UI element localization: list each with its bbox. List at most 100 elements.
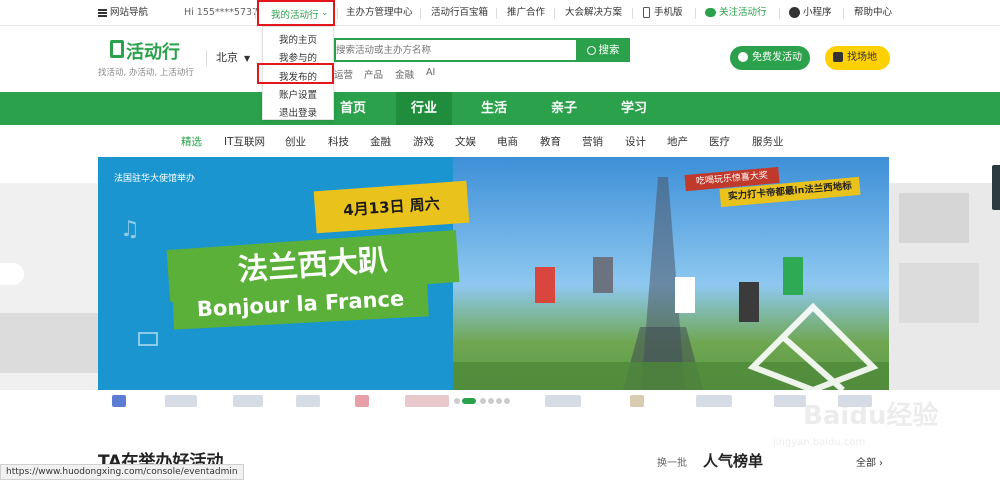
hero-banner[interactable]: 法国驻华大使馆举办 ♫ 4月13日 周六 法兰西大趴 Bonjour la Fr…	[98, 157, 889, 390]
city-selector[interactable]: 北京 ▼	[206, 50, 250, 66]
divider	[554, 8, 555, 19]
banner-graphic	[899, 193, 969, 243]
carousel-dot[interactable]	[488, 398, 494, 404]
promotion-link[interactable]: 推广合作	[507, 0, 545, 26]
hot-tag[interactable]: AI	[426, 67, 435, 78]
caret-down-icon: ▼	[244, 54, 251, 63]
category-medical[interactable]: 医疗	[709, 134, 730, 149]
side-feedback-tab[interactable]	[992, 165, 1000, 210]
watermark-subtext: jingyan.baidu.com	[773, 437, 866, 448]
divider	[496, 8, 497, 19]
mobile-link[interactable]: 手机版	[643, 0, 683, 26]
divider	[255, 8, 256, 19]
my-activities-label: 我的活动行	[271, 10, 319, 21]
category-it[interactable]: IT互联网	[224, 134, 265, 149]
partner-logo	[233, 395, 263, 407]
carousel-dot[interactable]	[480, 398, 486, 404]
banner-graphic	[0, 313, 98, 373]
ranking-title: 人气榜单	[703, 452, 764, 470]
partner-logo	[165, 395, 197, 407]
category-service[interactable]: 服务业	[752, 134, 784, 149]
site-nav-link[interactable]: 网站导航	[98, 0, 148, 26]
main-nav: 首页 行业 生活 亲子 学习	[0, 92, 1000, 125]
browser-status-bar: https://www.huodongxing.com/console/even…	[0, 464, 244, 480]
partner-logo	[696, 395, 732, 407]
banner-organizer: 法国驻华大使馆举办	[114, 174, 196, 184]
phone-icon	[643, 7, 650, 18]
user-greeting: Hi 155****5737	[184, 7, 259, 18]
nav-family[interactable]: 亲子	[536, 92, 592, 125]
divider	[843, 8, 844, 19]
divider	[420, 8, 421, 19]
chevron-right-icon: ›	[879, 458, 883, 469]
carousel-dot[interactable]	[454, 398, 460, 404]
mini-program-link[interactable]: 小程序	[789, 0, 832, 26]
carousel-dot[interactable]	[496, 398, 502, 404]
carousel-dot-active[interactable]	[462, 398, 476, 404]
nav-learning[interactable]: 学习	[606, 92, 662, 125]
dropdown-item-settings[interactable]: 账户设置	[279, 87, 317, 101]
category-marketing[interactable]: 营销	[582, 134, 603, 149]
partner-logo	[112, 395, 126, 407]
help-link[interactable]: 帮助中心	[854, 0, 892, 26]
search-input[interactable]	[336, 40, 576, 60]
category-entertainment[interactable]: 文娱	[455, 134, 476, 149]
watermark: Baidu经验 jingyan.baidu.com	[765, 393, 995, 458]
organizer-center-link[interactable]: 主办方管理中心	[346, 0, 413, 26]
mini-program-icon	[789, 7, 800, 18]
next-banner-peek[interactable]	[889, 183, 1000, 390]
divider	[337, 8, 338, 19]
hot-tag[interactable]: 运营	[334, 67, 353, 81]
treasure-link[interactable]: 活动行百宝箱	[431, 0, 488, 26]
highlight-box	[257, 63, 334, 84]
hot-tag[interactable]: 产品	[364, 67, 383, 81]
category-tech[interactable]: 科技	[328, 134, 349, 149]
divider	[779, 8, 780, 19]
my-activities-menu[interactable]: 我的活动行 ⌄	[257, 0, 335, 26]
category-ecommerce[interactable]: 电商	[497, 134, 518, 149]
dropdown-item-joined[interactable]: 我参与的	[279, 50, 317, 64]
partner-logo	[405, 395, 449, 407]
hot-tag[interactable]: 金融	[395, 67, 414, 81]
divider	[695, 8, 696, 19]
publish-activity-button[interactable]: 免费发活动	[730, 46, 810, 70]
carousel-dot[interactable]	[504, 398, 510, 404]
category-education[interactable]: 教育	[540, 134, 561, 149]
logo-text[interactable]: 活动行	[126, 38, 180, 64]
my-activities-dropdown: 我的主页 我参与的 我发布的 账户设置 退出登录	[257, 26, 334, 120]
search-icon	[586, 45, 596, 55]
category-realestate[interactable]: 地产	[667, 134, 688, 149]
category-featured[interactable]: 精选	[181, 134, 202, 149]
send-icon	[738, 52, 748, 62]
category-startup[interactable]: 创业	[285, 134, 306, 149]
follow-link[interactable]: 关注活动行	[705, 0, 767, 26]
partner-logo	[630, 395, 644, 407]
cloud-icon	[0, 263, 24, 285]
ticket-icon	[138, 332, 158, 346]
partner-logo	[545, 395, 581, 407]
dropdown-item-logout[interactable]: 退出登录	[279, 105, 317, 119]
music-note-icon: ♫	[120, 217, 140, 242]
nav-industry[interactable]: 行业	[396, 92, 452, 125]
partner-logo	[296, 395, 320, 407]
find-venue-button[interactable]: 找场地	[825, 46, 890, 70]
menu-icon	[98, 8, 107, 17]
divider	[632, 8, 633, 19]
venue-icon	[833, 52, 843, 62]
logo-icon[interactable]	[110, 40, 124, 58]
prev-banner-peek[interactable]	[0, 183, 98, 390]
category-finance[interactable]: 金融	[370, 134, 391, 149]
category-design[interactable]: 设计	[625, 134, 646, 149]
category-games[interactable]: 游戏	[413, 134, 434, 149]
nav-life[interactable]: 生活	[466, 92, 522, 125]
wechat-icon	[705, 8, 716, 17]
search-button[interactable]: 搜索	[576, 38, 630, 62]
watermark-text: Baidu经验	[803, 401, 939, 431]
search-box: 搜索	[334, 38, 630, 62]
conference-link[interactable]: 大会解决方案	[565, 0, 622, 26]
dropdown-item-home[interactable]: 我的主页	[279, 32, 317, 46]
top-bar: 网站导航 Hi 155****5737 主办方管理中心 活动行百宝箱 推广合作 …	[0, 0, 1000, 26]
refresh-link[interactable]: 换一批	[657, 454, 687, 469]
chevron-down-icon: ⌄	[321, 8, 329, 18]
partner-logo	[355, 395, 369, 407]
